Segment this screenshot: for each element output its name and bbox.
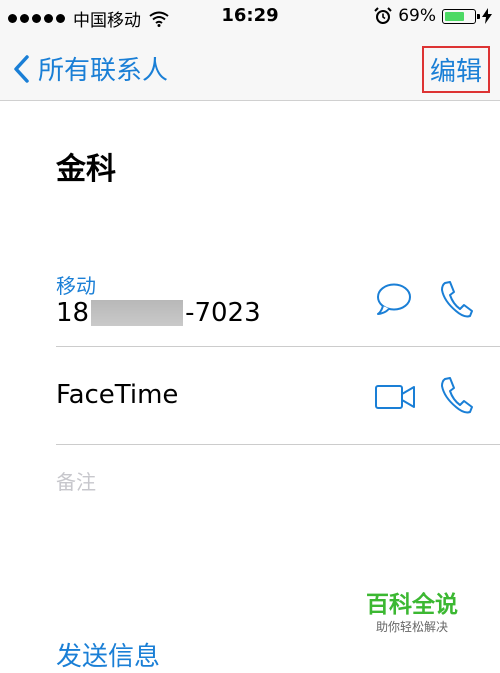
facetime-label: FaceTime (56, 380, 179, 410)
charging-bolt-icon (482, 8, 492, 24)
back-button[interactable]: 所有联系人 (12, 50, 168, 87)
video-camera-icon[interactable] (374, 382, 416, 412)
watermark-title: 百科全说 (366, 592, 458, 618)
message-bubble-icon[interactable] (376, 282, 412, 316)
alarm-clock-icon (374, 7, 392, 24)
row-separator (56, 346, 500, 347)
watermark: 百科全说 助你轻松解决 (352, 592, 472, 636)
chevron-left-icon (14, 54, 29, 83)
redacted-digits (91, 300, 184, 326)
battery-percent: 69% (398, 6, 436, 26)
phone-number[interactable]: 18 -7023 (56, 298, 261, 328)
navigation-bar: 所有联系人 编辑 (0, 34, 500, 101)
status-bar: 中国移动 16:29 69% (0, 0, 500, 34)
battery-level (445, 11, 464, 21)
watermark-subtitle: 助你轻松解决 (375, 620, 448, 634)
notes-field[interactable]: 备注 (56, 466, 96, 495)
phone-number-prefix: 18 (56, 298, 90, 328)
phone-call-icon[interactable] (438, 280, 474, 318)
phone-number-suffix: -7023 (185, 298, 261, 328)
contact-name: 金科 (56, 152, 116, 187)
phone-type-label: 移动 (56, 274, 96, 298)
status-right: 69% (374, 6, 492, 26)
edit-button[interactable]: 编辑 (421, 46, 490, 93)
send-message-button[interactable]: 发送信息 (56, 636, 160, 673)
row-separator (56, 444, 500, 445)
battery-icon (442, 8, 480, 24)
back-button-label: 所有联系人 (38, 56, 169, 86)
facetime-audio-call-icon[interactable] (438, 376, 474, 414)
